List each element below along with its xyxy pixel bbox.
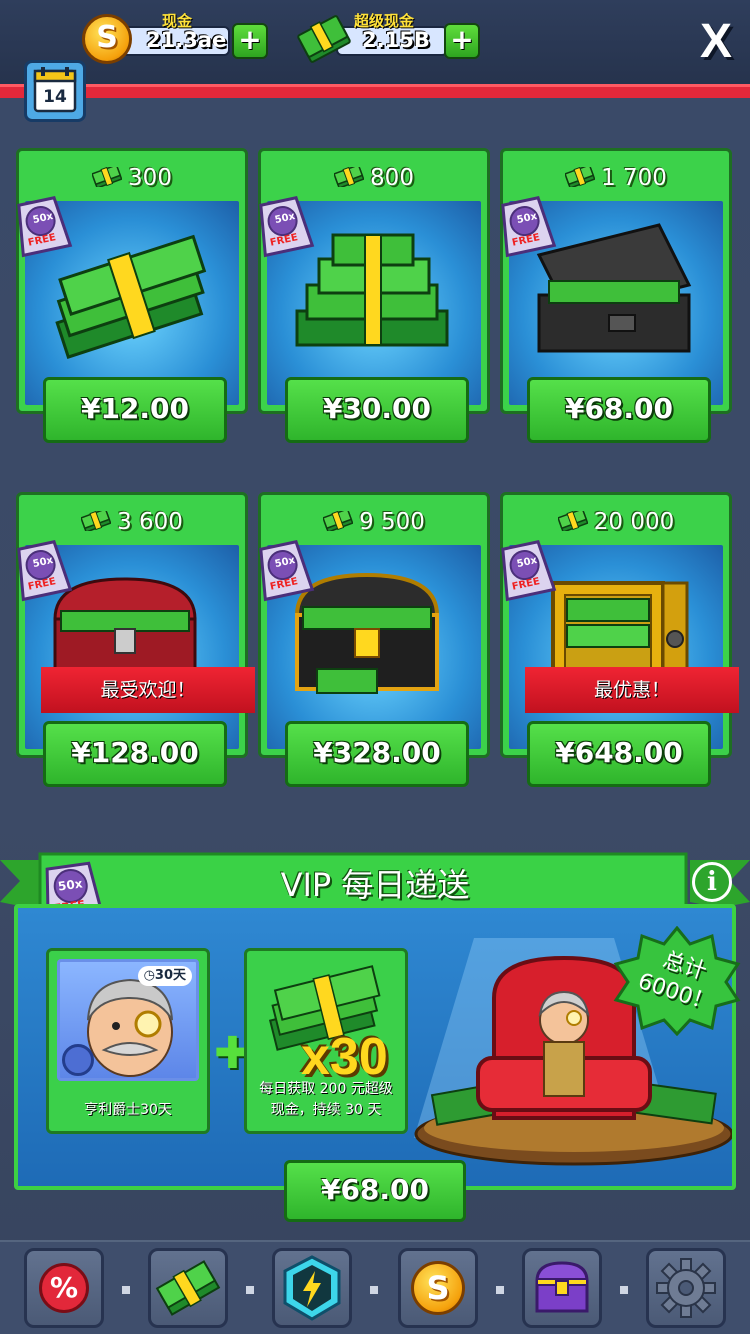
pack-buy-button[interactable]: ¥128.00 bbox=[43, 721, 227, 787]
boost-gem-icon bbox=[283, 1255, 341, 1321]
nav-separator bbox=[370, 1286, 378, 1294]
super-cash-counter: 超级现金 2.15B + bbox=[296, 12, 486, 64]
super-cash-icon bbox=[81, 511, 112, 531]
super-cash-value: 2.15B bbox=[362, 28, 430, 52]
pack-amount-value: 3 600 bbox=[117, 509, 183, 535]
cash-stack-icon bbox=[155, 1260, 221, 1316]
nav-discount-button[interactable]: % bbox=[24, 1248, 104, 1328]
nav-separator bbox=[496, 1286, 504, 1294]
pack-ribbon: 最受欢迎！ bbox=[41, 667, 255, 713]
discount-icon: % bbox=[39, 1263, 89, 1313]
coin-icon: S bbox=[82, 14, 132, 64]
add-super-cash-button[interactable]: + bbox=[444, 23, 480, 59]
coin-icon: S bbox=[411, 1261, 465, 1315]
super-cash-icon bbox=[565, 167, 596, 187]
daily-cash-caption: 每日获取 200 元超级 现金，持续 30 天 bbox=[251, 1079, 401, 1121]
info-button[interactable]: i bbox=[692, 862, 732, 902]
nav-separator bbox=[620, 1286, 628, 1294]
pack-card[interactable]: 300 50x FREE ¥12.00 bbox=[16, 148, 248, 443]
nav-separator bbox=[246, 1286, 254, 1294]
super-cash-icon bbox=[297, 15, 351, 63]
super-cash-icon bbox=[323, 511, 354, 531]
pack-amount-value: 1 700 bbox=[601, 165, 667, 191]
daily-cash-caption-line1: 每日获取 200 元超级 bbox=[259, 1081, 393, 1097]
pack-card[interactable]: 800 50x FREE ¥30.00 bbox=[258, 148, 490, 443]
pack-ribbon: 最优惠！ bbox=[525, 667, 739, 713]
pack-card[interactable]: 3 600 最受欢迎！ 50x FREE ¥128.00 bbox=[16, 492, 255, 787]
nav-separator bbox=[122, 1286, 130, 1294]
pack-amount-value: 9 500 bbox=[359, 509, 425, 535]
daily-cash-image: x30 bbox=[255, 959, 397, 1086]
super-cash-icon bbox=[557, 511, 588, 531]
pack-buy-button[interactable]: ¥12.00 bbox=[43, 377, 227, 443]
close-button[interactable]: X bbox=[700, 18, 732, 66]
daily-cash-card: x30 每日获取 200 元超级 现金，持续 30 天 bbox=[244, 948, 408, 1134]
calendar-button[interactable]: 14 bbox=[24, 60, 86, 122]
manager-card: ◷30天 亨利爵士30天 bbox=[46, 948, 210, 1134]
settings-gear-icon bbox=[656, 1258, 716, 1318]
pack-amount-value: 20 000 bbox=[593, 509, 675, 535]
pack-amount-value: 300 bbox=[128, 165, 172, 191]
nav-boost-button[interactable] bbox=[272, 1248, 352, 1328]
nav-chest-button[interactable] bbox=[522, 1248, 602, 1328]
header-divider bbox=[0, 84, 750, 98]
vip-title: VIP 每日递送 bbox=[280, 866, 470, 904]
calendar-day: 14 bbox=[43, 87, 67, 107]
manager-portrait: ◷30天 bbox=[57, 959, 199, 1081]
nav-coin-button[interactable]: S bbox=[398, 1248, 478, 1328]
cash-counter: S 现金 21.3ae + bbox=[82, 12, 272, 64]
cash-multiplier: x30 bbox=[301, 1028, 388, 1086]
total-badge: 总计 6000！ bbox=[612, 926, 742, 1036]
nav-cash-button[interactable] bbox=[148, 1248, 228, 1328]
pack-amount-value: 800 bbox=[370, 165, 414, 191]
pack-buy-button[interactable]: ¥328.00 bbox=[285, 721, 469, 787]
timer-badge: ◷30天 bbox=[137, 966, 192, 986]
super-cash-icon bbox=[334, 167, 365, 187]
pack-card[interactable]: 1 700 50x FREE ¥68.00 bbox=[500, 148, 732, 443]
clock-icon: ◷ bbox=[143, 968, 155, 983]
pack-buy-button[interactable]: ¥68.00 bbox=[527, 377, 711, 443]
pack-buy-button[interactable]: ¥648.00 bbox=[527, 721, 711, 787]
vip-banner: VIP 每日递送 i bbox=[0, 850, 750, 912]
treasure-chest-icon bbox=[535, 1261, 589, 1313]
bottom-nav: % S bbox=[0, 1240, 750, 1334]
add-cash-button[interactable]: + bbox=[232, 23, 268, 59]
manager-clock-icon bbox=[62, 1044, 94, 1076]
manager-timer: 30天 bbox=[154, 968, 186, 983]
cash-value: 21.3ae bbox=[146, 28, 227, 52]
nav-settings-button[interactable] bbox=[646, 1248, 726, 1328]
daily-cash-caption-line2: 现金，持续 30 天 bbox=[270, 1102, 382, 1118]
manager-caption: 亨利爵士30天 bbox=[84, 1102, 172, 1118]
super-cash-icon bbox=[92, 167, 123, 187]
pack-card[interactable]: 9 500 50x FREE ¥328.00 bbox=[258, 492, 490, 787]
vip-buy-button[interactable]: ¥68.00 bbox=[284, 1160, 466, 1222]
pack-buy-button[interactable]: ¥30.00 bbox=[285, 377, 469, 443]
pack-card[interactable]: 20 000 最优惠！ 50x FREE ¥648.00 bbox=[500, 492, 739, 787]
top-bar: S 现金 21.3ae + 超级现金 2.15B + X bbox=[0, 0, 750, 84]
